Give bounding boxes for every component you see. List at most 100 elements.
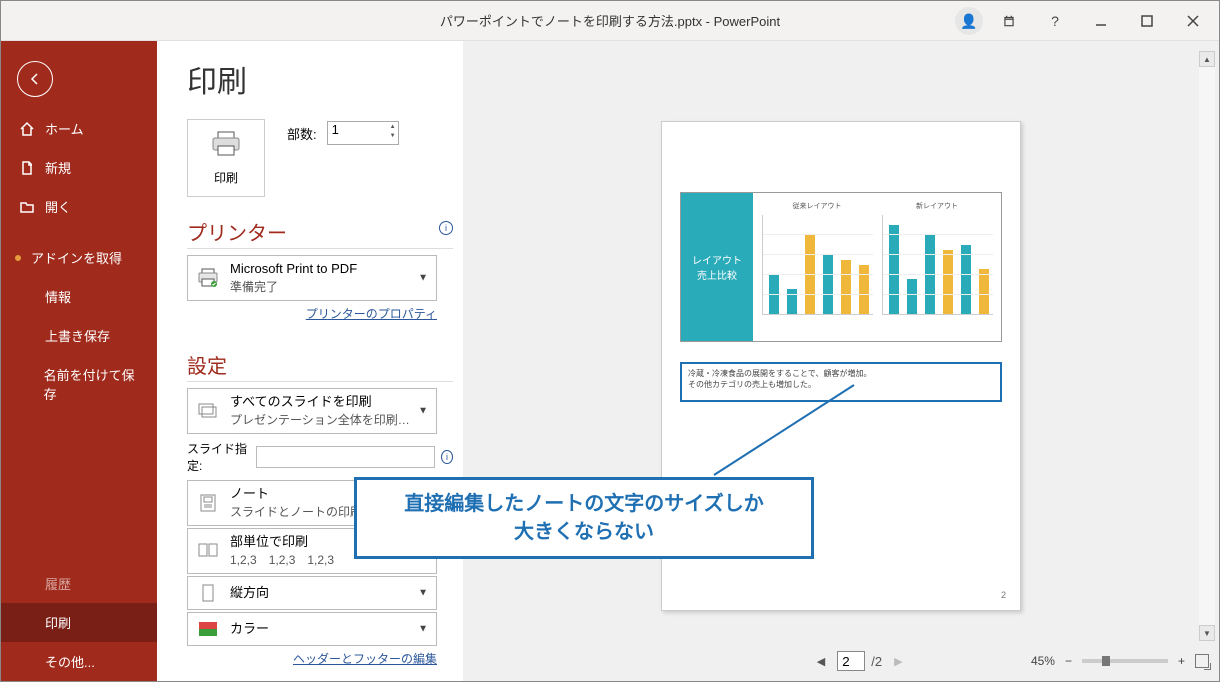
next-page-button[interactable]: ▶ [888,655,908,668]
account-avatar[interactable]: 👤 [955,7,983,35]
callout-line-2: 大きくならない [371,518,797,546]
layout-sub: スライドとノートの印刷 [230,503,362,521]
orientation-icon [194,581,222,605]
printer-name: Microsoft Print to PDF [230,260,357,278]
chevron-down-icon: ▼ [418,588,428,599]
slides-range-input[interactable] [256,446,435,468]
chevron-down-icon: ▼ [418,273,428,284]
page-input[interactable] [837,651,865,671]
open-icon [19,199,35,215]
slides-all-icon [194,399,222,423]
collate-title: 部単位で印刷 [230,533,334,551]
slide-label-1: レイアウト [692,252,742,267]
settings-section-header: 設定 [187,350,453,382]
zoom-in-button[interactable]: + [1178,654,1185,668]
slides-range-label: スライド指定: [187,440,250,474]
sidebar-new-label: 新規 [45,158,71,177]
note-line-1: 冷蔵・冷凍食品の展開をすることで、顧客が増加。 [688,368,994,379]
back-button[interactable] [17,61,53,97]
maximize-button[interactable] [1127,3,1167,39]
print-button-label: 印刷 [214,169,238,186]
sidebar-history: 履歴 [1,564,157,603]
page-number: 2 [1001,590,1006,600]
copies-spinner[interactable]: ▲▼ [390,123,396,141]
backstage-sidebar: ホーム 新規 開く アドインを取得 情報 上書き保存 名前を付けて保存 履歴 印… [1,41,157,681]
info-icon[interactable]: i [441,450,453,464]
sidebar-save-label: 上書き保存 [45,326,110,345]
color-icon [194,617,222,641]
chart1-title: 従来レイアウト [793,201,842,211]
zoom-slider[interactable] [1082,659,1168,663]
copies-value[interactable] [332,122,382,137]
sidebar-home[interactable]: ホーム [1,109,157,148]
copies-input[interactable]: ▲▼ [327,121,399,145]
print-settings-panel: 印刷 印刷 部数: ▲▼ プリンター i [157,41,463,681]
chevron-down-icon: ▼ [418,624,428,635]
sidebar-history-label: 履歴 [45,574,71,593]
preview-scrollbar[interactable]: ▲ ▼ [1199,51,1215,641]
window-title: パワーポイントでノートを印刷する方法.pptx - PowerPoint [440,11,780,30]
page-title: 印刷 [187,57,453,101]
home-icon [19,121,35,137]
print-range-title: すべてのスライドを印刷 [230,393,410,411]
sidebar-new[interactable]: 新規 [1,148,157,187]
slide-label-2: 売上比較 [697,267,737,282]
chevron-down-icon: ▼ [418,406,428,417]
printer-icon [209,130,243,163]
sidebar-other[interactable]: その他... [1,642,157,681]
prev-page-button[interactable]: ◀ [811,655,831,668]
printer-selector[interactable]: Microsoft Print to PDF 準備完了 ▼ [187,255,437,301]
sidebar-addins-label: アドインを取得 [31,248,122,267]
callout-box: 直接編集したノートの文字のサイズしか 大きくならない [354,477,814,559]
printer-status: 準備完了 [230,278,357,296]
print-preview: レイアウト 売上比較 従来レイアウト 新レイアウト [463,41,1219,681]
minimize-button[interactable] [1081,3,1121,39]
sidebar-info-label: 情報 [45,287,71,306]
slide-thumbnail: レイアウト 売上比較 従来レイアウト 新レイアウト [680,192,1002,342]
new-icon [19,160,35,176]
print-range-sub: プレゼンテーション全体を印刷… [230,411,410,429]
sidebar-saveas[interactable]: 名前を付けて保存 [1,355,157,413]
header-footer-link[interactable]: ヘッダーとフッターの編集 [187,650,437,667]
callout-arrow [704,380,864,480]
chart-1: 従来レイアウト [757,201,877,333]
notes-layout-icon [194,491,222,515]
sidebar-open-label: 開く [45,197,71,216]
chart-2: 新レイアウト [877,201,997,333]
addins-bullet-icon [15,255,21,261]
sidebar-print[interactable]: 印刷 [1,603,157,642]
zoom-out-button[interactable]: − [1065,654,1072,668]
sidebar-open[interactable]: 開く [1,187,157,226]
print-range-selector[interactable]: すべてのスライドを印刷 プレゼンテーション全体を印刷… ▼ [187,388,437,434]
sidebar-other-label: その他... [45,652,95,671]
orientation-selector[interactable]: 縦方向 ▼ [187,576,437,610]
close-button[interactable] [1173,3,1213,39]
layout-title: ノート [230,485,362,503]
total-pages: /2 [871,654,882,669]
scroll-down-icon[interactable]: ▼ [1199,625,1215,641]
sidebar-addins[interactable]: アドインを取得 [1,238,157,277]
sidebar-info[interactable]: 情報 [1,277,157,316]
help-button[interactable]: ? [1035,3,1075,39]
sidebar-print-label: 印刷 [45,613,71,632]
callout-line-1: 直接編集したノートの文字のサイズしか [371,490,797,518]
printer-properties-link[interactable]: プリンターのプロパティ [187,305,437,322]
sidebar-saveas-label: 名前を付けて保存 [44,365,139,403]
info-icon[interactable]: i [439,221,453,235]
orientation-label: 縦方向 [230,584,269,602]
scroll-up-icon[interactable]: ▲ [1199,51,1215,67]
copies-label: 部数: [287,124,317,143]
collate-sub: 1,2,3 1,2,3 1,2,3 [230,551,334,569]
printer-section-header: プリンター i [187,217,453,249]
coming-soon-icon[interactable] [989,3,1029,39]
color-label: カラー [230,620,269,638]
zoom-fit-icon[interactable] [1195,654,1209,668]
printer-small-icon [194,266,222,290]
sidebar-save[interactable]: 上書き保存 [1,316,157,355]
title-bar: パワーポイントでノートを印刷する方法.pptx - PowerPoint 👤 ? [1,1,1219,41]
chart2-title: 新レイアウト [916,201,958,211]
sidebar-home-label: ホーム [45,119,84,138]
zoom-level: 45% [1031,654,1055,668]
collate-icon [194,539,222,563]
color-selector[interactable]: カラー ▼ [187,612,437,646]
